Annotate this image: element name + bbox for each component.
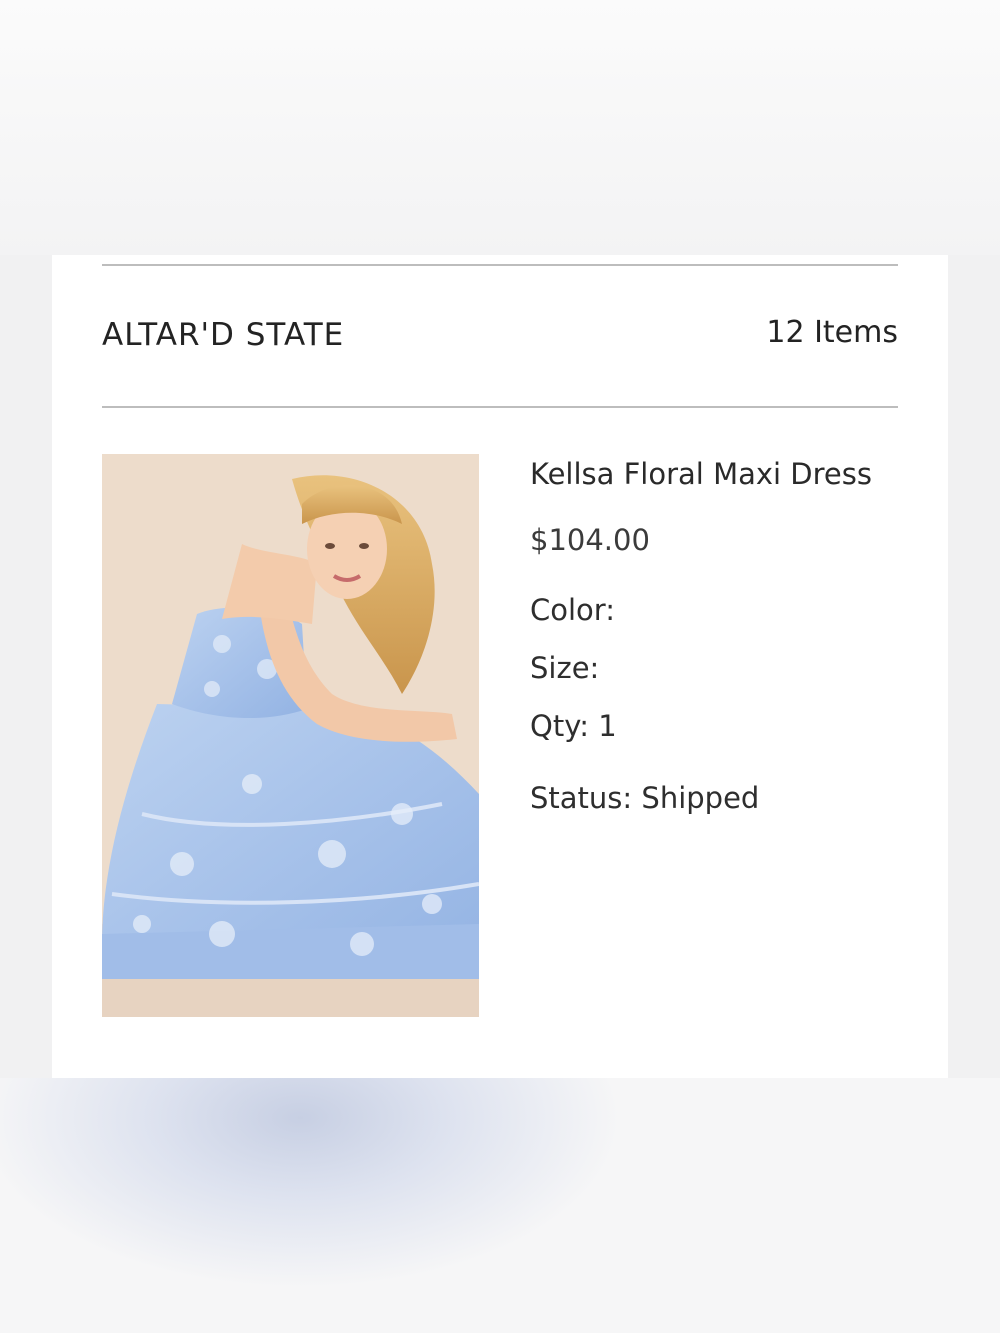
backdrop-left xyxy=(0,255,52,1078)
color-label: Color: xyxy=(530,593,615,627)
backdrop-right xyxy=(948,255,1000,1078)
item-count: 12 Items xyxy=(766,315,898,350)
status-row: Status: Shipped xyxy=(530,781,759,815)
backdrop-bottom xyxy=(0,1078,1000,1333)
status-value: Shipped xyxy=(641,781,760,815)
section-divider xyxy=(102,406,898,408)
order-item-card: ALTAR'D STATE 12 Items Kellsa Floral Max… xyxy=(52,255,948,1078)
dress-photo-icon xyxy=(102,454,479,1017)
product-name[interactable]: Kellsa Floral Maxi Dress xyxy=(530,457,872,491)
qty-value: 1 xyxy=(598,709,617,743)
size-row: Size: xyxy=(530,651,599,685)
product-price: $104.00 xyxy=(530,523,650,557)
status-label: Status: xyxy=(530,781,633,815)
qty-label: Qty: xyxy=(530,709,590,743)
product-image[interactable] xyxy=(102,454,479,1017)
brand-name: ALTAR'D STATE xyxy=(102,317,345,353)
backdrop-top xyxy=(0,0,1000,255)
size-label: Size: xyxy=(530,651,600,685)
top-divider xyxy=(102,264,898,266)
qty-row: Qty: 1 xyxy=(530,709,617,743)
color-row: Color: xyxy=(530,593,615,627)
